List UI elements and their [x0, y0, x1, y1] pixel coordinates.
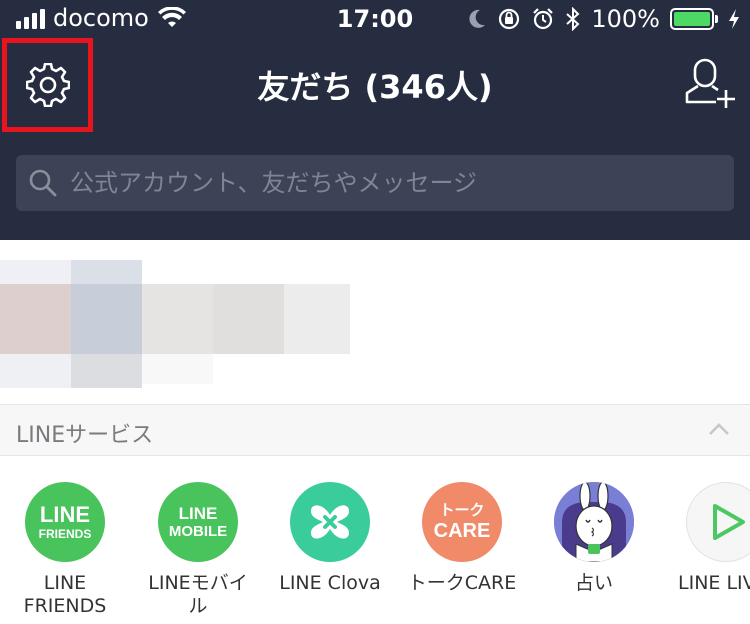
page-title: 友だち (346人)	[257, 68, 493, 106]
service-line-clova[interactable]: LINE Clova	[268, 482, 392, 595]
service-talk-care[interactable]: トーク CARE トークCARE	[400, 482, 524, 595]
service-label: トークCARE	[407, 572, 517, 594]
search-bar[interactable]	[16, 155, 734, 211]
line-friends-icon: LINE FRIENDS	[25, 482, 105, 562]
line-live-icon	[686, 482, 750, 562]
blurred-profile-image	[71, 284, 142, 354]
battery-percent: 100%	[591, 5, 660, 33]
search-input[interactable]	[70, 169, 734, 197]
service-label: 占い	[574, 572, 613, 594]
logo-line1: トーク	[439, 502, 485, 519]
fortune-rabbit-icon	[554, 482, 634, 562]
moon-icon	[469, 9, 486, 28]
alarm-icon	[533, 8, 554, 30]
service-fortune[interactable]: 占い	[532, 482, 656, 595]
service-line-live[interactable]: LINE LIVE	[664, 482, 750, 595]
service-label: LINE LIVE	[678, 572, 750, 594]
talk-care-icon: トーク CARE	[422, 482, 502, 562]
logo-line1: LINE	[39, 502, 91, 527]
service-line-mobile[interactable]: LINE MOBILE LINEモバイ ル	[136, 482, 260, 618]
logo-line2: FRIENDS	[38, 527, 92, 541]
blurred-profile-image	[71, 354, 142, 388]
clova-icon	[290, 482, 370, 562]
status-bar: docomo 17:00 100%	[0, 0, 750, 40]
blurred-profile-image	[71, 260, 142, 284]
charging-icon	[729, 9, 739, 29]
line-mobile-icon: LINE MOBILE	[158, 482, 238, 562]
service-line-friends[interactable]: LINE FRIENDS LINE FRIENDS	[3, 482, 127, 618]
line-services-header[interactable]: LINEサービス	[0, 404, 750, 456]
rotation-lock-icon	[499, 8, 520, 30]
blurred-profile-image	[0, 354, 71, 388]
blurred-profile-name	[284, 284, 350, 354]
blurred-profile-name	[142, 284, 213, 354]
blurred-profile-image	[0, 284, 71, 354]
blurred-profile-name	[142, 354, 213, 384]
service-label: LINE FRIENDS	[23, 572, 107, 617]
status-icons: 100%	[467, 5, 740, 33]
blurred-profile-image	[0, 260, 71, 284]
section-title: LINEサービス	[16, 423, 154, 448]
logo-line2: CARE	[433, 520, 491, 542]
logo-line2: MOBILE	[168, 523, 228, 540]
service-label: LINEモバイ ル	[148, 572, 248, 617]
add-friend-button[interactable]	[682, 58, 738, 110]
blurred-profile-name	[213, 284, 284, 354]
service-label: LINE Clova	[279, 572, 381, 594]
battery-icon	[670, 8, 718, 30]
add-friend-icon	[685, 58, 735, 108]
logo-line1: LINE	[178, 504, 218, 523]
search-icon	[29, 169, 57, 197]
chevron-up-icon[interactable]	[708, 421, 730, 437]
bluetooth-icon	[566, 7, 580, 31]
